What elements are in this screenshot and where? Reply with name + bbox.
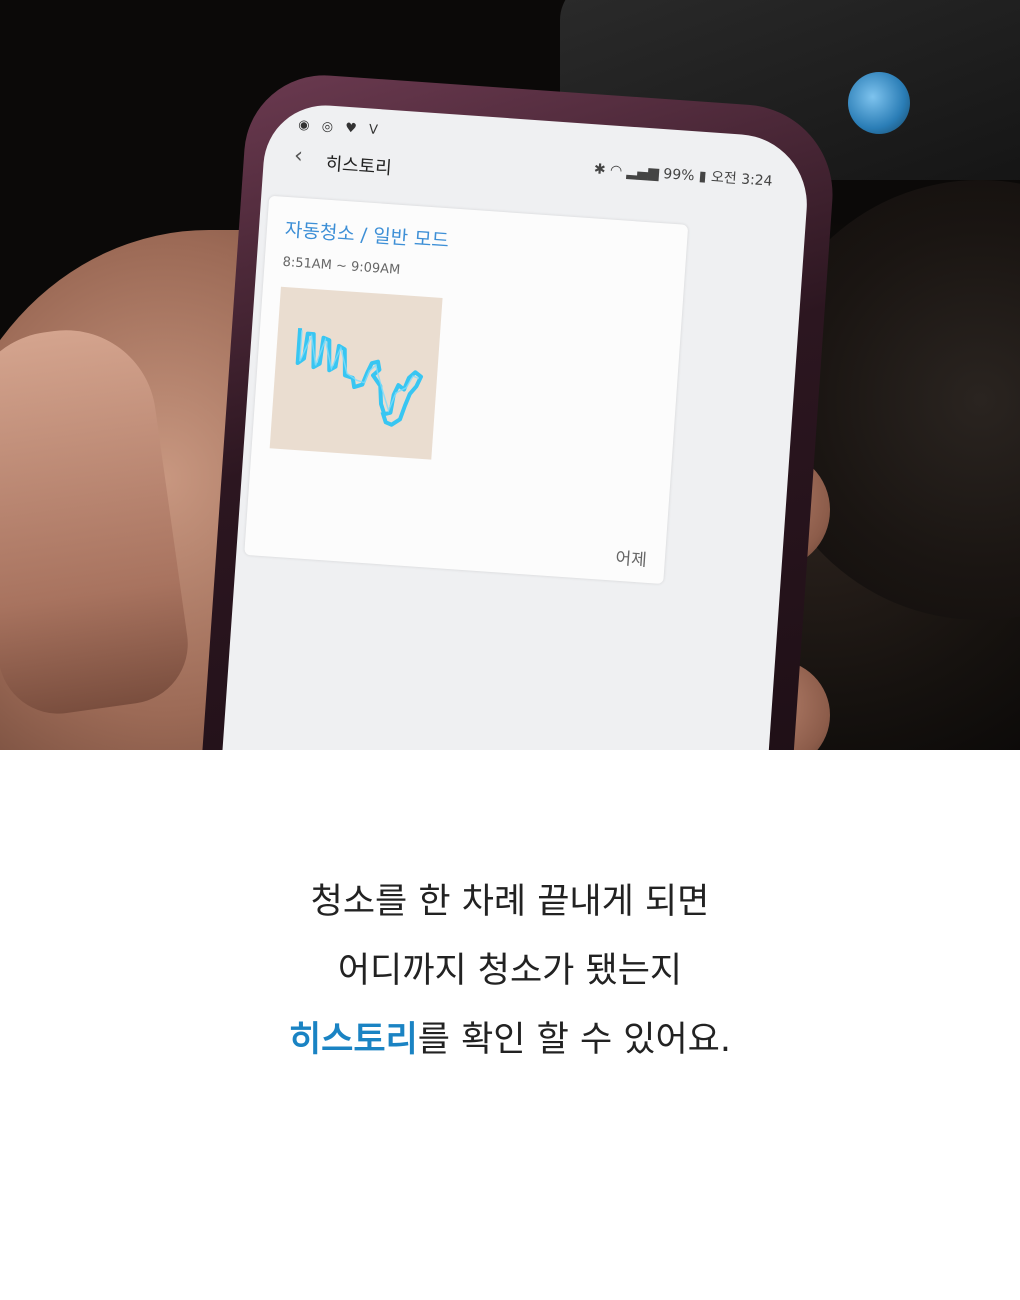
chevron-left-icon[interactable]: ‹ bbox=[293, 143, 304, 169]
caption: 청소를 한 차례 끝내게 되면 어디까지 청소가 됐는지 히스토리를 확인 할 … bbox=[0, 868, 1020, 1075]
caption-highlight: 히스토리 bbox=[288, 1020, 418, 1060]
wifi-icon: ◠ bbox=[609, 162, 623, 180]
page-title: 히스토리 bbox=[324, 153, 393, 180]
bluetooth-icon: ✱ bbox=[593, 161, 607, 179]
cleaning-map bbox=[269, 286, 443, 460]
caption-line-2: 어디까지 청소가 됐는지 bbox=[337, 951, 683, 991]
phone-screen: ◉ ◎ ♥ V ‹ 히스토리 ✱ ◠ ▂▄▆ 99% ▮ 오전 3:24 자동청… bbox=[213, 101, 812, 750]
heart-icon: ♥ bbox=[344, 120, 362, 137]
battery-icon: ▮ bbox=[698, 168, 708, 186]
caption-line-1: 청소를 한 차례 끝내게 되면 bbox=[310, 882, 710, 922]
product-photo: ◉ ◎ ♥ V ‹ 히스토리 ✱ ◠ ▂▄▆ 99% ▮ 오전 3:24 자동청… bbox=[0, 0, 1020, 750]
thumb bbox=[0, 318, 196, 722]
status-bar-left-icons: ◉ ◎ ♥ V bbox=[298, 118, 383, 139]
instagram-icon: ◎ bbox=[321, 119, 338, 136]
battery-percent: 99% bbox=[662, 166, 695, 185]
history-card[interactable]: 자동청소 / 일반 모드 8:51AM ~ 9:09AM 어제 bbox=[244, 195, 689, 585]
cleaning-path bbox=[295, 327, 424, 427]
history-date: 어제 bbox=[614, 548, 648, 571]
caption-line-3-rest: 를 확인 할 수 있어요. bbox=[417, 1020, 732, 1060]
robot-vacuum-button bbox=[848, 72, 910, 134]
caption-line-3: 히스토리를 확인 할 수 있어요. bbox=[0, 1006, 1020, 1075]
cleaning-mode-label: 자동청소 / 일반 모드 bbox=[284, 218, 450, 253]
cleaning-time-range: 8:51AM ~ 9:09AM bbox=[282, 254, 401, 278]
signal-icon: ▂▄▆ bbox=[626, 163, 660, 182]
app-icon: V bbox=[368, 122, 383, 139]
cleaning-path-map bbox=[295, 327, 424, 427]
clock-icon: ◉ bbox=[297, 117, 315, 134]
status-time: 오전 3:24 bbox=[710, 169, 774, 190]
smartphone: ◉ ◎ ♥ V ‹ 히스토리 ✱ ◠ ▂▄▆ 99% ▮ 오전 3:24 자동청… bbox=[192, 70, 839, 750]
